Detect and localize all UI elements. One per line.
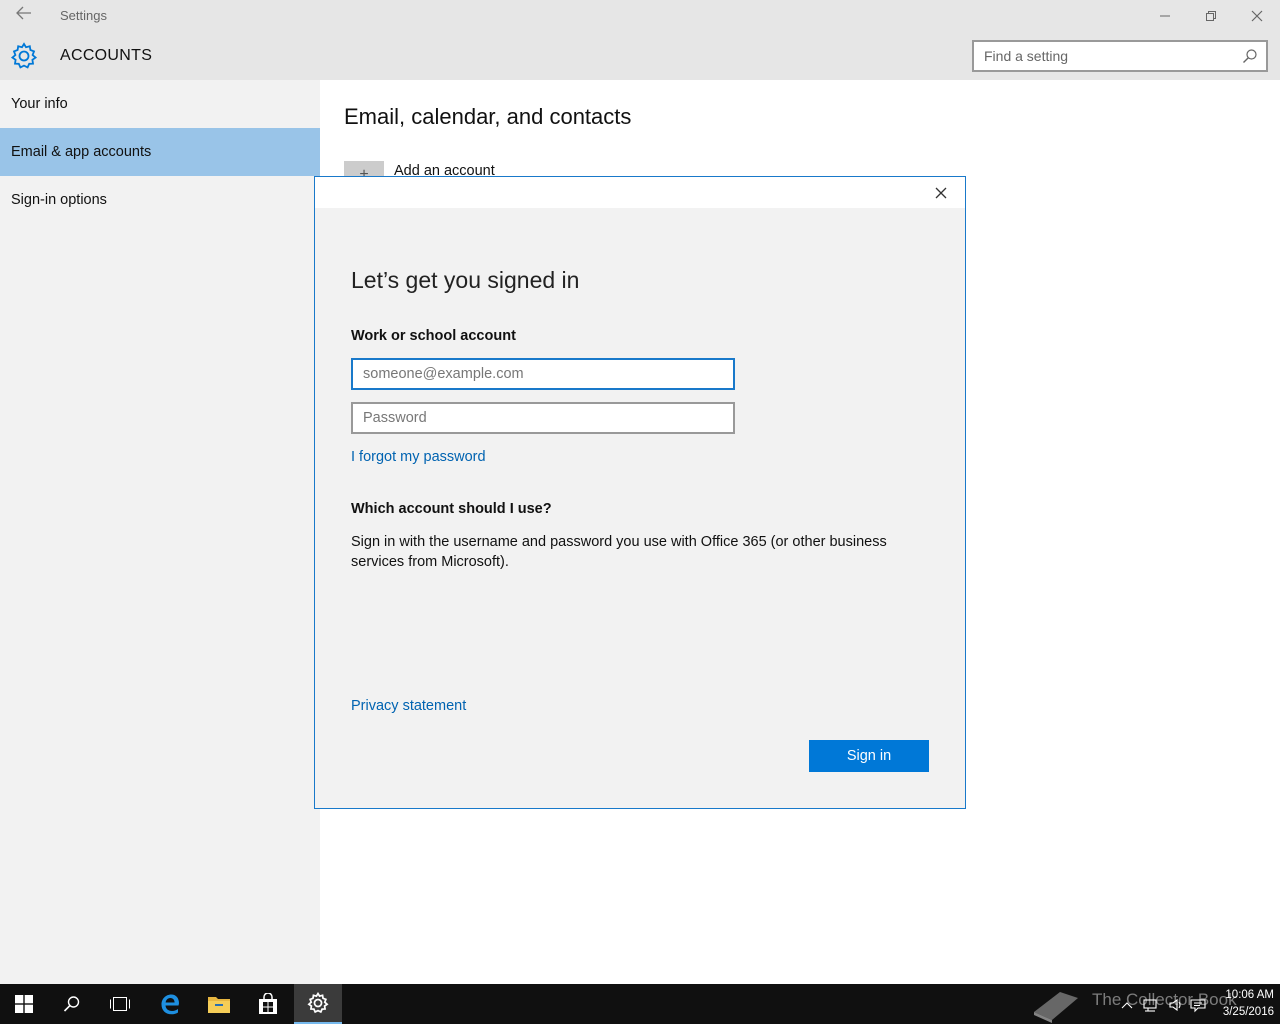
- search-icon[interactable]: [48, 984, 96, 1024]
- password-field[interactable]: Password: [351, 402, 735, 434]
- password-placeholder: Password: [363, 410, 427, 426]
- sidebar-item-email-app-accounts[interactable]: Email & app accounts: [0, 128, 320, 176]
- start-icon[interactable]: [0, 984, 48, 1024]
- clock-time: 10:06 AM: [1225, 989, 1274, 1001]
- search-icon[interactable]: [1242, 48, 1258, 64]
- back-arrow-icon[interactable]: [12, 6, 36, 26]
- minimize-button[interactable]: [1142, 0, 1188, 32]
- dialog-title: Let’s get you signed in: [351, 267, 580, 293]
- sign-in-dialog: Let’s get you signed in Work or school a…: [314, 176, 966, 809]
- file-explorer-icon[interactable]: [195, 984, 243, 1024]
- clock-date: 3/25/2016: [1222, 1006, 1274, 1018]
- gear-icon: [10, 42, 38, 70]
- watermark-book-icon: [1030, 986, 1082, 1024]
- search-placeholder: Find a setting: [984, 48, 1069, 64]
- email-field[interactable]: someone@example.com: [351, 358, 735, 390]
- sidebar-item-sign-in-options[interactable]: Sign-in options: [0, 176, 320, 224]
- taskbar: The Collector Book 10:06 AM 3/25/2016: [0, 984, 1280, 1024]
- settings-header: ACCOUNTS Find a setting: [0, 32, 1280, 80]
- forgot-password-link[interactable]: I forgot my password: [351, 449, 486, 465]
- account-type-label: Work or school account: [351, 328, 516, 344]
- search-input[interactable]: Find a setting: [972, 40, 1268, 72]
- sign-in-button[interactable]: Sign in: [809, 740, 929, 772]
- settings-icon[interactable]: [294, 984, 342, 1024]
- which-account-text: Sign in with the username and password y…: [351, 534, 887, 570]
- store-icon[interactable]: [244, 984, 292, 1024]
- system-tray: [1118, 996, 1218, 1014]
- clock[interactable]: 10:06 AM 3/25/2016: [1214, 987, 1274, 1021]
- close-window-button[interactable]: [1234, 0, 1280, 32]
- dialog-title-bar: [315, 177, 965, 208]
- close-dialog-icon[interactable]: [931, 183, 951, 203]
- page-title: ACCOUNTS: [60, 47, 153, 64]
- sidebar-item-your-info[interactable]: Your info: [0, 80, 320, 128]
- restore-button[interactable]: [1188, 0, 1234, 32]
- task-view-icon[interactable]: [96, 984, 144, 1024]
- sidebar: Your info Email & app accounts Sign-in o…: [0, 80, 320, 984]
- edge-icon[interactable]: [146, 984, 194, 1024]
- section-heading: Email, calendar, and contacts: [344, 104, 632, 129]
- which-account-heading: Which account should I use?: [351, 501, 552, 517]
- privacy-statement-link[interactable]: Privacy statement: [351, 698, 466, 714]
- add-account-icon[interactable]: +: [344, 161, 384, 177]
- window-title: Settings: [60, 8, 107, 23]
- title-bar: Settings: [0, 0, 1280, 32]
- email-placeholder: someone@example.com: [363, 366, 524, 382]
